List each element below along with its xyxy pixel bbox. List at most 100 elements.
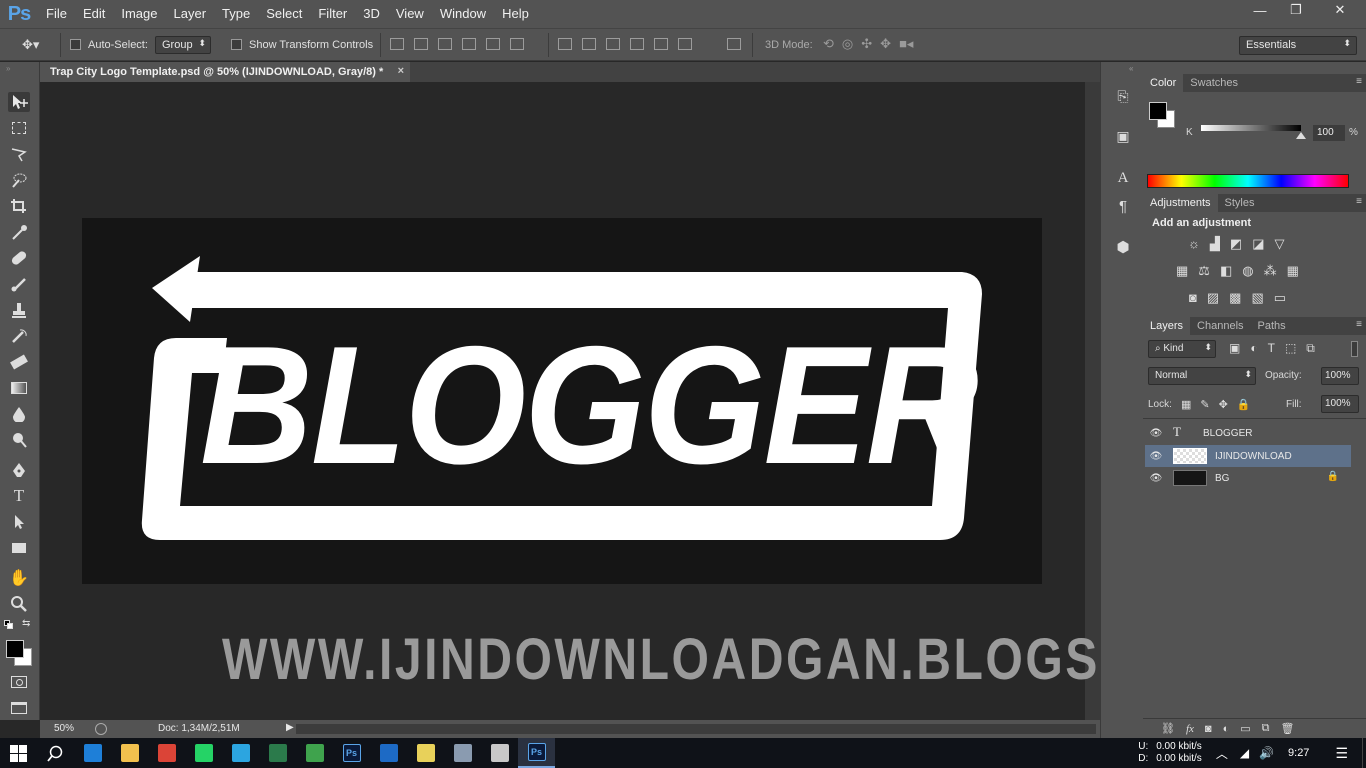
k-slider[interactable] bbox=[1201, 125, 1301, 131]
filter-smart-object-icon[interactable]: ⧉ bbox=[1306, 341, 1315, 356]
invert-icon[interactable]: ◙ bbox=[1189, 290, 1197, 306]
color-balance-icon[interactable]: ⚖ bbox=[1198, 263, 1210, 279]
taskbar-file-explorer-icon[interactable] bbox=[111, 738, 148, 768]
threshold-icon[interactable]: ▩ bbox=[1229, 290, 1241, 306]
workspace-dropdown[interactable]: Essentials ⬍ bbox=[1239, 36, 1357, 55]
align-hcenter-icon[interactable] bbox=[486, 38, 500, 50]
new-layer-icon[interactable]: ⧉ bbox=[1262, 722, 1270, 735]
black-white-icon[interactable]: ◧ bbox=[1220, 263, 1232, 279]
lock-pixels-icon[interactable]: ✎ bbox=[1200, 398, 1209, 411]
3d-roll-icon[interactable]: ◎ bbox=[842, 36, 853, 52]
filter-toggle[interactable] bbox=[1351, 341, 1358, 357]
3d-panel-icon[interactable]: ⬢ bbox=[1113, 238, 1133, 258]
distribute-hcenter-icon[interactable] bbox=[654, 38, 668, 50]
filter-type-icon[interactable]: T bbox=[1268, 341, 1275, 356]
auto-select-checkbox[interactable] bbox=[70, 39, 81, 50]
lasso-tool-icon[interactable] bbox=[8, 144, 30, 164]
character-panel-icon[interactable]: A bbox=[1113, 170, 1133, 190]
crop-tool-icon[interactable] bbox=[8, 196, 30, 216]
brush-tool-icon[interactable] bbox=[8, 274, 30, 294]
menu-filter[interactable]: Filter bbox=[310, 0, 355, 28]
path-selection-tool-icon[interactable] bbox=[8, 512, 30, 532]
align-bottom-icon[interactable] bbox=[438, 38, 452, 50]
new-adjustment-layer-icon[interactable]: ◐ bbox=[1223, 723, 1230, 735]
taskbar-media-app-icon[interactable] bbox=[259, 738, 296, 768]
gradient-tool-icon[interactable] bbox=[8, 378, 30, 398]
menu-view[interactable]: View bbox=[388, 0, 432, 28]
close-window-button[interactable]: ✕ bbox=[1318, 0, 1362, 20]
tab-paths[interactable]: Paths bbox=[1251, 317, 1293, 335]
panel-menu-icon[interactable]: ≡ bbox=[1356, 319, 1362, 330]
show-transform-checkbox[interactable] bbox=[231, 39, 242, 50]
menu-type[interactable]: Type bbox=[214, 0, 258, 28]
close-tab-icon[interactable]: × bbox=[398, 65, 404, 77]
exposure-icon[interactable]: ◪ bbox=[1252, 236, 1264, 252]
filter-pixel-icon[interactable]: ▣ bbox=[1229, 341, 1240, 356]
wifi-icon[interactable]: ◢ bbox=[1240, 746, 1249, 760]
move-tool-preset-icon[interactable]: ✥▾ bbox=[22, 37, 44, 53]
color-foreground-swatch[interactable] bbox=[1149, 102, 1167, 120]
align-top-icon[interactable] bbox=[390, 38, 404, 50]
distribute-top-icon[interactable] bbox=[558, 38, 572, 50]
auto-select-dropdown[interactable]: Group ⬍ bbox=[155, 36, 211, 54]
foreground-color-swatch[interactable] bbox=[6, 640, 24, 658]
action-center-icon[interactable]: ☰ bbox=[1335, 745, 1348, 762]
properties-panel-icon[interactable]: ▣ bbox=[1113, 128, 1133, 148]
quick-selection-tool-icon[interactable] bbox=[8, 170, 30, 190]
k-value-input[interactable]: 100 bbox=[1313, 125, 1345, 141]
selective-color-icon[interactable]: ▧ bbox=[1251, 290, 1263, 306]
visibility-eye-icon[interactable]: 👁 bbox=[1145, 451, 1167, 462]
dodge-tool-icon[interactable] bbox=[8, 430, 30, 450]
taskbar-notepad-icon[interactable] bbox=[407, 738, 444, 768]
taskbar-app-blue-icon[interactable] bbox=[370, 738, 407, 768]
levels-icon[interactable]: ▟ bbox=[1210, 236, 1220, 252]
3d-drag-icon[interactable]: ✣ bbox=[861, 36, 872, 52]
taskbar-paint-app-icon[interactable] bbox=[481, 738, 518, 768]
collapse-dock-icon[interactable]: « bbox=[1129, 64, 1133, 73]
delete-layer-icon[interactable]: 🗑 bbox=[1281, 722, 1295, 735]
horizontal-scrollbar[interactable] bbox=[296, 724, 1096, 734]
auto-align-icon[interactable] bbox=[727, 38, 741, 50]
gradient-map-icon[interactable]: ▭ bbox=[1274, 290, 1286, 306]
tab-adjustments[interactable]: Adjustments bbox=[1143, 194, 1218, 212]
color-lookup-icon[interactable]: ▦ bbox=[1287, 263, 1299, 279]
paragraph-panel-icon[interactable]: ¶ bbox=[1113, 198, 1133, 218]
blend-mode-dropdown[interactable]: Normal ⬍ bbox=[1148, 367, 1256, 385]
pen-tool-icon[interactable] bbox=[8, 460, 30, 480]
menu-file[interactable]: File bbox=[38, 0, 75, 28]
clone-stamp-tool-icon[interactable] bbox=[8, 300, 30, 320]
minimize-button[interactable]: — bbox=[1246, 0, 1274, 20]
history-panel-icon[interactable]: ⎘ bbox=[1113, 88, 1133, 108]
clock-time[interactable]: 9:27 bbox=[1288, 747, 1309, 759]
color-spectrum-bar[interactable] bbox=[1147, 174, 1349, 188]
menu-select[interactable]: Select bbox=[258, 0, 310, 28]
status-info-icon[interactable] bbox=[95, 723, 107, 735]
taskbar-telegram-icon[interactable] bbox=[222, 738, 259, 768]
history-brush-tool-icon[interactable] bbox=[8, 326, 30, 346]
brightness-contrast-icon[interactable]: ☼ bbox=[1188, 236, 1200, 252]
taskbar-photoshop-1-icon[interactable]: Ps bbox=[333, 738, 370, 768]
distribute-right-icon[interactable] bbox=[678, 38, 692, 50]
align-right-icon[interactable] bbox=[510, 38, 524, 50]
menu-window[interactable]: Window bbox=[432, 0, 494, 28]
menu-edit[interactable]: Edit bbox=[75, 0, 113, 28]
marquee-tool-icon[interactable] bbox=[8, 118, 30, 138]
layer-style-fx-icon[interactable]: fx bbox=[1186, 723, 1194, 735]
opacity-input[interactable]: 100% bbox=[1321, 367, 1359, 385]
status-menu-arrow-icon[interactable]: ▶ bbox=[286, 722, 294, 733]
layer-row-ijindownload[interactable]: 👁 IJINDOWNLOAD bbox=[1145, 445, 1351, 467]
hand-tool-icon[interactable]: ✋ bbox=[8, 568, 30, 588]
swap-colors-icon[interactable]: ⇆ bbox=[22, 618, 30, 629]
quick-mask-icon[interactable] bbox=[8, 672, 30, 692]
lock-transparent-icon[interactable]: ▦ bbox=[1181, 398, 1191, 411]
3d-slide-icon[interactable]: ✥ bbox=[880, 36, 891, 52]
taskbar-search-icon[interactable] bbox=[37, 738, 74, 768]
blur-tool-icon[interactable] bbox=[8, 404, 30, 424]
taskbar-whatsapp-icon[interactable] bbox=[185, 738, 222, 768]
document-tab[interactable]: Trap City Logo Template.psd @ 50% (IJIND… bbox=[40, 62, 410, 82]
fill-input[interactable]: 100% bbox=[1321, 395, 1359, 413]
menu-help[interactable]: Help bbox=[494, 0, 537, 28]
distribute-left-icon[interactable] bbox=[630, 38, 644, 50]
tab-swatches[interactable]: Swatches bbox=[1183, 74, 1245, 92]
link-layers-icon[interactable]: ⛓ bbox=[1161, 722, 1175, 735]
